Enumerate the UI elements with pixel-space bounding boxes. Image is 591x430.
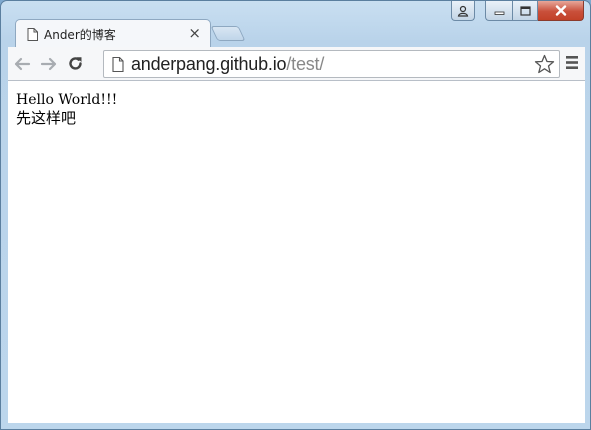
tab-active[interactable]: Ander的博客 × [15, 19, 211, 48]
tab-close-button[interactable]: × [188, 24, 201, 42]
url-path: /test/ [286, 53, 325, 74]
browser-window: Ander的博客 × anderpang.github.io/test/ Hel… [0, 0, 591, 430]
toolbar: anderpang.github.io/test/ [8, 47, 585, 81]
forward-arrow-icon [40, 57, 56, 70]
tab-strip: Ander的博客 × [1, 1, 590, 48]
address-bar[interactable]: anderpang.github.io/test/ [103, 50, 560, 78]
page-icon [27, 27, 38, 41]
back-button[interactable] [8, 51, 35, 77]
page-content: Hello World!!! 先这样吧 [8, 81, 585, 423]
content-line-hello: Hello World!!! [16, 92, 118, 108]
url-text: anderpang.github.io/test/ [131, 54, 324, 75]
forward-button[interactable] [35, 51, 62, 77]
star-icon[interactable] [534, 54, 555, 74]
new-tab-button[interactable] [210, 26, 246, 41]
menu-icon[interactable] [565, 55, 579, 70]
content-line-chinese: 先这样吧 [16, 109, 77, 127]
reload-icon [69, 57, 82, 70]
reload-button[interactable] [62, 51, 89, 77]
back-arrow-icon [14, 57, 30, 70]
tab-title: Ander的博客 [44, 27, 116, 42]
url-host: anderpang.github.io [131, 53, 287, 74]
page-icon [112, 56, 124, 72]
